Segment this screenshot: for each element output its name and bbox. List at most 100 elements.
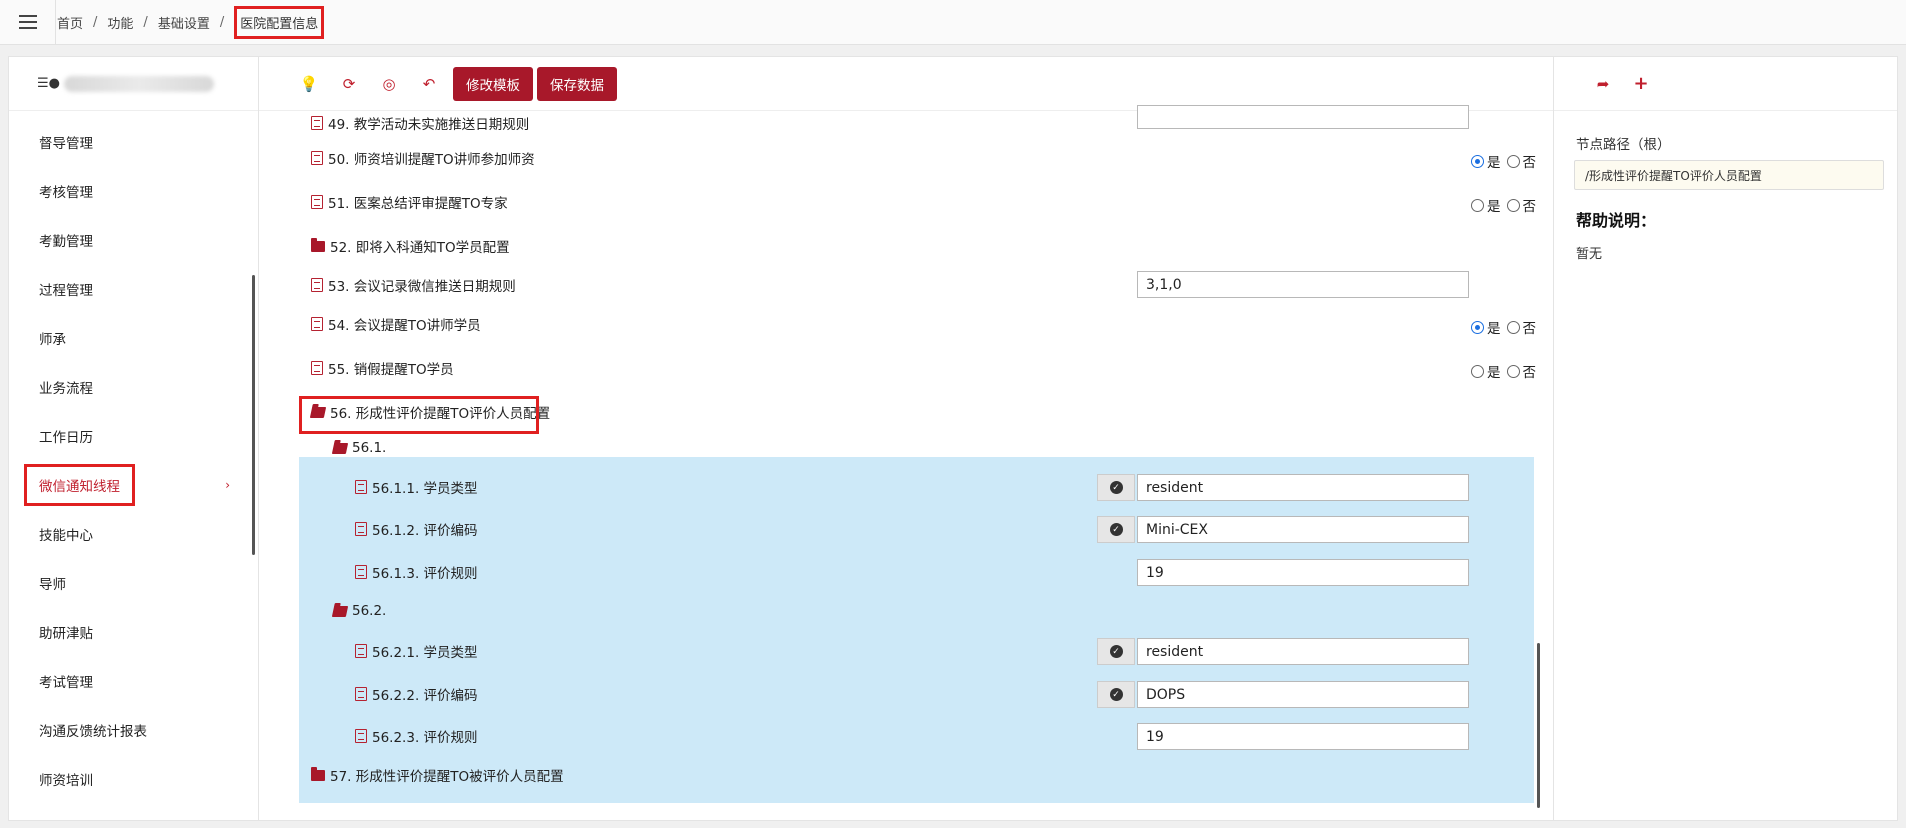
- radio-yes[interactable]: [1471, 364, 1484, 378]
- check-button[interactable]: ✓: [1097, 474, 1135, 501]
- sidebar-item[interactable]: 师承: [9, 313, 258, 362]
- selected-node-highlight: [299, 457, 1534, 803]
- sidebar-item[interactable]: 督导管理: [9, 117, 258, 166]
- sidebar-item[interactable]: 过程管理: [9, 264, 258, 313]
- radio-yes[interactable]: [1471, 198, 1484, 212]
- check-circle-icon: ✓: [1109, 481, 1123, 494]
- sidebar-header: ☰●: [9, 57, 258, 111]
- radio-yes[interactable]: [1471, 320, 1484, 334]
- radio-no[interactable]: [1506, 154, 1520, 168]
- eval-code-input[interactable]: Mini-CEX: [1137, 516, 1469, 543]
- help-text: 暂无: [1576, 247, 1603, 262]
- breadcrumb-current: 医院配置信息: [234, 6, 325, 39]
- undo-button[interactable]: ↶: [409, 66, 449, 102]
- sidebar-item[interactable]: 导师: [9, 558, 258, 607]
- check-circle-icon: ✓: [1109, 688, 1123, 701]
- student-type-input[interactable]: resident: [1137, 474, 1469, 501]
- check-button[interactable]: ✓: [1097, 516, 1135, 543]
- help-title: 帮助说明：: [1576, 211, 1657, 230]
- refresh-icon: ⟳: [342, 74, 356, 93]
- sidebar-item[interactable]: 考勤管理: [9, 215, 258, 264]
- right-panel: ➦ + 节点路径（根） /形成性评价提醒TO评价人员配置 帮助说明： 暂无: [1554, 57, 1897, 820]
- toolbar: 💡 ⟳ ◎ ↶ 修改模板 保存数据: [259, 57, 1553, 111]
- node-path-field[interactable]: /形成性评价提醒TO评价人员配置: [1574, 160, 1884, 190]
- eval-code-input[interactable]: DOPS: [1137, 681, 1469, 708]
- file-icon: [355, 729, 367, 743]
- tree-row: 54. 会议提醒TO讲师学员: [259, 311, 1553, 337]
- tree-row: 50. 师资培训提醒TO讲师参加师资: [259, 145, 1553, 171]
- edit-template-button[interactable]: 修改模板: [453, 66, 533, 101]
- share-icon: ➦: [1596, 74, 1610, 93]
- file-icon: [355, 565, 367, 579]
- check-circle-icon: ✓: [1109, 645, 1123, 658]
- sidebar-item[interactable]: 工作日历: [9, 411, 258, 460]
- folder-open-icon: [331, 605, 349, 617]
- check-button[interactable]: ✓: [1097, 638, 1135, 665]
- node-path-label: 节点路径（根）: [1576, 137, 1671, 153]
- sidebar-item[interactable]: 技能中心: [9, 509, 258, 558]
- rule-53-input[interactable]: 3,1,0: [1137, 271, 1469, 298]
- sidebar-item[interactable]: 助研津贴: [9, 607, 258, 656]
- menu-toggle-button[interactable]: [0, 0, 56, 45]
- file-icon: [355, 687, 367, 701]
- student-type-input[interactable]: resident: [1137, 638, 1469, 665]
- file-icon: [311, 361, 323, 375]
- right-toolbar: ➦ +: [1554, 57, 1897, 111]
- file-icon: [311, 151, 323, 165]
- file-icon: [311, 317, 323, 331]
- content-panel: 💡 ⟳ ◎ ↶ 修改模板 保存数据 49. 教学活动未实施推送日期规则 50. …: [259, 57, 1554, 820]
- sidebar-item[interactable]: 考核管理: [9, 166, 258, 215]
- tree-row: 56.2.: [259, 598, 1553, 624]
- folder-icon: [311, 237, 325, 252]
- highlight-box: [299, 396, 539, 434]
- sidebar: ☰● 督导管理 考核管理 考勤管理 过程管理 师承 业务流程 工作日历 微信通知…: [9, 57, 259, 820]
- file-icon: [311, 278, 323, 292]
- refresh-button[interactable]: ⟳: [329, 66, 369, 102]
- tree-row: 57. 形成性评价提醒TO被评价人员配置: [259, 762, 1553, 788]
- hide-button[interactable]: ◎: [369, 66, 409, 102]
- tree-row: 55. 销假提醒TO学员: [259, 355, 1553, 381]
- share-button[interactable]: ➦: [1584, 66, 1622, 102]
- yes-no-radio-54: 是 否: [1471, 317, 1536, 337]
- yes-no-radio-55: 是 否: [1471, 361, 1536, 381]
- tree-row: 52. 即将入科通知TO学员配置: [259, 233, 1553, 259]
- breadcrumb-home[interactable]: 首页: [57, 13, 83, 32]
- eye-slash-icon: ◎: [382, 74, 396, 93]
- breadcrumb-basic-settings[interactable]: 基础设置: [158, 13, 210, 32]
- radio-no[interactable]: [1506, 320, 1520, 334]
- folder-open-icon: [331, 442, 349, 454]
- sidebar-item[interactable]: 沟通反馈统计报表: [9, 705, 258, 754]
- sidebar-item[interactable]: 业务流程: [9, 362, 258, 411]
- eval-rule-input[interactable]: 19: [1137, 723, 1469, 750]
- file-icon: [311, 195, 323, 209]
- lightbulb-icon: 💡: [299, 74, 319, 93]
- blurred-hospital-name: [64, 75, 214, 92]
- file-icon: [355, 522, 367, 536]
- breadcrumb-function[interactable]: 功能: [107, 13, 133, 32]
- tree-row: 51. 医案总结评审提醒TO专家: [259, 189, 1553, 215]
- lightbulb-button[interactable]: 💡: [289, 66, 329, 102]
- save-data-button[interactable]: 保存数据: [537, 66, 617, 101]
- rule-49-input[interactable]: [1137, 105, 1469, 129]
- folder-icon: [311, 766, 325, 781]
- radio-no[interactable]: [1506, 198, 1520, 212]
- plus-icon: +: [1633, 73, 1649, 94]
- sidebar-menu: 督导管理 考核管理 考勤管理 过程管理 师承 业务流程 工作日历 微信通知线程 ›…: [9, 111, 258, 803]
- server-icon: ☰●: [37, 76, 60, 91]
- radio-no[interactable]: [1506, 364, 1520, 378]
- sidebar-scrollbar[interactable]: [252, 275, 255, 555]
- radio-yes[interactable]: [1471, 154, 1484, 168]
- hamburger-icon: [18, 13, 37, 31]
- sidebar-item[interactable]: 师资培训: [9, 754, 258, 803]
- main-frame: ☰● 督导管理 考核管理 考勤管理 过程管理 师承 业务流程 工作日历 微信通知…: [8, 56, 1898, 821]
- check-button[interactable]: ✓: [1097, 681, 1135, 708]
- sidebar-item[interactable]: 考试管理: [9, 656, 258, 705]
- sidebar-item-wechat-notify[interactable]: 微信通知线程 ›: [9, 460, 258, 509]
- eval-rule-input[interactable]: 19: [1137, 559, 1469, 586]
- chevron-right-icon: ›: [225, 477, 230, 492]
- file-icon: [311, 116, 323, 130]
- add-button[interactable]: +: [1622, 66, 1660, 102]
- content-scrollbar[interactable]: [1537, 643, 1540, 808]
- tree-row: 56.1.: [259, 435, 1553, 461]
- file-icon: [355, 644, 367, 658]
